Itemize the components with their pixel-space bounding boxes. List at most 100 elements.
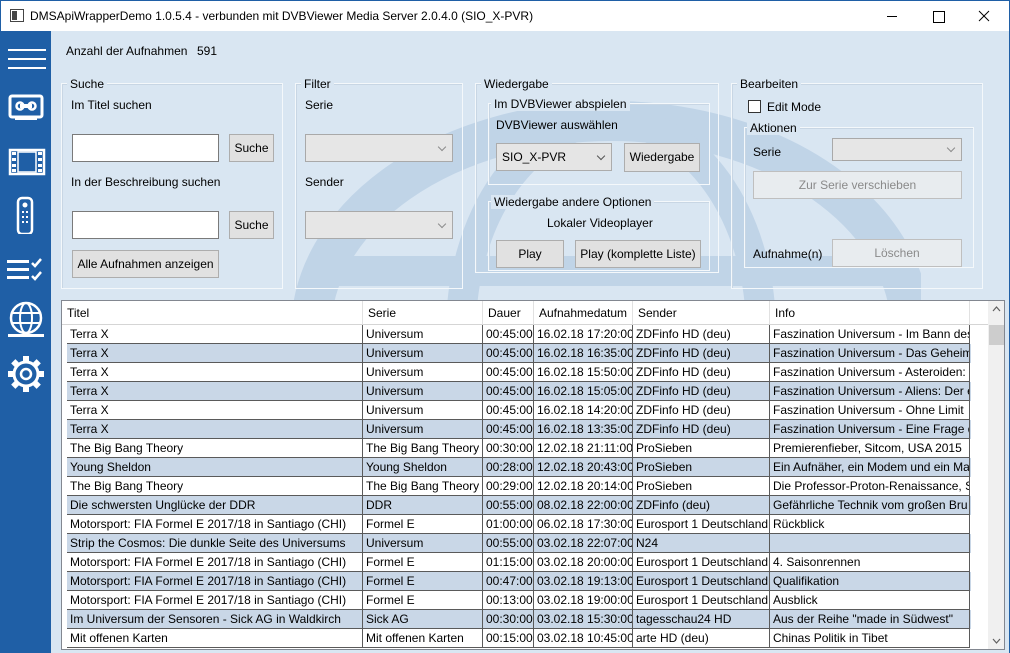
cell-info: Faszination Universum - Im Bann des <box>770 325 970 344</box>
cell-duration: 00:30:00 <box>483 439 534 458</box>
table-row[interactable]: Mit offenen Karten Mit offenen Karten 00:1… <box>67 629 971 648</box>
recordings-label: Aufnahme(n) <box>753 247 823 261</box>
table-row[interactable]: Motorsport: FIA Formel E 2017/18 in Sant… <box>67 553 971 572</box>
sidebar-item-recordings[interactable] <box>1 83 51 133</box>
search-group: Suche Im Titel suchen Suche In der Besch… <box>61 77 283 289</box>
cell-info: Ein Aufnäher, ein Modem und ein Ma <box>770 458 970 477</box>
cell-title: Motorsport: FIA Formel E 2017/18 in Sant… <box>67 515 363 534</box>
sidebar-item-settings[interactable] <box>1 347 51 397</box>
dvbviewer-play-button[interactable]: Wiedergabe <box>624 143 700 172</box>
edit-mode-checkbox[interactable] <box>748 100 761 113</box>
table-row[interactable]: Strip the Cosmos: Die dunkle Seite des U… <box>67 534 971 553</box>
table-row[interactable]: Terra X Universum 00:45:00 16.02.18 14:20:0… <box>67 401 971 420</box>
cell-date: 16.02.18 16:35:00 <box>534 344 633 363</box>
table-row[interactable]: The Big Bang Theory The Big Bang Theory 00… <box>67 477 971 496</box>
cell-series: Formel E <box>363 591 483 610</box>
column-header-duration[interactable]: Dauer <box>483 301 534 325</box>
table-row[interactable]: Motorsport: FIA Formel E 2017/18 in Sant… <box>67 515 971 534</box>
minimize-button[interactable] <box>869 1 915 31</box>
sidebar-item-tasks[interactable] <box>1 241 51 291</box>
column-header-series[interactable]: Serie <box>363 301 483 325</box>
sidebar-item-network[interactable] <box>1 293 51 343</box>
chevron-down-icon <box>946 143 956 153</box>
cell-series: Universum <box>363 420 483 439</box>
table-row[interactable]: Die schwersten Unglücke der DDR DDR 00:55:… <box>67 496 971 515</box>
table-row[interactable]: Motorsport: FIA Formel E 2017/18 in Sant… <box>67 591 971 610</box>
cell-title: Strip the Cosmos: Die dunkle Seite des U… <box>67 534 363 553</box>
search-group-title: Suche <box>67 77 108 91</box>
column-header-channel[interactable]: Sender <box>633 301 770 325</box>
dvbviewer-group-title: Im DVBViewer abspielen <box>491 97 630 111</box>
recordings-table[interactable]: Titel Serie Dauer Aufnahmedatum Sender I… <box>61 300 1005 650</box>
window-title: DMSApiWrapperDemo 1.0.5.4 - verbunden mi… <box>30 9 534 23</box>
cell-date: 03.02.18 10:45:00 <box>534 629 633 648</box>
cell-series: Mit offenen Karten <box>363 629 483 648</box>
edit-group: Bearbeiten Edit Mode Aktionen Serie Zur … <box>731 77 983 289</box>
table-row[interactable]: Terra X Universum 00:45:00 16.02.18 15:50:0… <box>67 363 971 382</box>
column-header-date[interactable]: Aufnahmedatum <box>534 301 633 325</box>
cell-title: Terra X <box>67 363 363 382</box>
sidebar-item-menu[interactable] <box>1 31 51 81</box>
edit-series-dropdown[interactable] <box>832 138 962 161</box>
table-row[interactable]: The Big Bang Theory The Big Bang Theory 00… <box>67 439 971 458</box>
cell-date: 06.02.18 17:30:00 <box>534 515 633 534</box>
title-bar[interactable]: DMSApiWrapperDemo 1.0.5.4 - verbunden mi… <box>1 1 1009 31</box>
cell-title: Terra X <box>67 325 363 344</box>
cell-channel: Eurosport 1 Deutschland <box>633 515 770 534</box>
cell-series: DDR <box>363 496 483 515</box>
table-row[interactable]: Terra X Universum 00:45:00 16.02.18 16:35:0… <box>67 344 971 363</box>
show-all-button[interactable]: Alle Aufnahmen anzeigen <box>72 250 219 278</box>
title-search-input[interactable] <box>72 134 219 162</box>
dvbviewer-select-label: DVBViewer auswählen <box>496 118 618 132</box>
cell-date: 12.02.18 20:43:00 <box>534 458 633 477</box>
cell-title: Terra X <box>67 382 363 401</box>
cell-info: Faszination Universum - Asteroiden: <box>770 363 970 382</box>
dvbviewer-group: Im DVBViewer abspielen DVBViewer auswähl… <box>488 97 710 185</box>
cell-channel: ProSieben <box>633 458 770 477</box>
sidebar-item-remote[interactable] <box>1 189 51 239</box>
filter-series-dropdown[interactable] <box>305 134 453 162</box>
cell-series: Formel E <box>363 515 483 534</box>
table-row[interactable]: Terra X Universum 00:45:00 16.02.18 15:05:0… <box>67 382 971 401</box>
column-header-title[interactable]: Titel <box>62 301 363 325</box>
scrollbar-thumb[interactable] <box>989 325 1004 345</box>
dvbviewer-dropdown[interactable]: SIO_X-PVR <box>496 143 612 171</box>
table-row[interactable]: Terra X Universum 00:45:00 16.02.18 17:20:0… <box>67 325 971 344</box>
cell-channel: tagesschau24 HD <box>633 610 770 629</box>
play-list-button[interactable]: Play (komplette Liste) <box>575 240 701 268</box>
cell-series: Universum <box>363 401 483 420</box>
dvbviewer-selected-value: SIO_X-PVR <box>502 150 567 164</box>
cell-date: 16.02.18 15:05:00 <box>534 382 633 401</box>
cell-title: Motorsport: FIA Formel E 2017/18 in Sant… <box>67 572 363 591</box>
cell-duration: 00:47:00 <box>483 572 534 591</box>
table-row[interactable]: Terra X Universum 00:45:00 16.02.18 13:35:0… <box>67 420 971 439</box>
move-to-series-button[interactable]: Zur Serie verschieben <box>753 171 962 199</box>
table-row[interactable]: Motorsport: FIA Formel E 2017/18 in Sant… <box>67 572 971 591</box>
maximize-button[interactable] <box>915 1 961 31</box>
cell-series: The Big Bang Theory <box>363 439 483 458</box>
description-search-label: In der Beschreibung suchen <box>71 175 221 189</box>
table-row[interactable]: Im Universum der Sensoren - Sick AG in W… <box>67 610 971 629</box>
cell-channel: ZDFinfo HD (deu) <box>633 401 770 420</box>
cell-date: 16.02.18 15:50:00 <box>534 363 633 382</box>
close-button[interactable] <box>961 1 1007 31</box>
cell-info: Qualifikation <box>770 572 970 591</box>
description-search-button[interactable]: Suche <box>229 211 274 239</box>
cell-date: 03.02.18 22:07:00 <box>534 534 633 553</box>
cell-duration: 01:00:00 <box>483 515 534 534</box>
cell-info: Faszination Universum - Eine Frage d <box>770 420 970 439</box>
actions-group-title: Aktionen <box>747 121 800 135</box>
title-search-button[interactable]: Suche <box>229 134 274 162</box>
cell-duration: 00:45:00 <box>483 325 534 344</box>
table-row[interactable]: Young Sheldon Young Sheldon 00:28:00 12.02.… <box>67 458 971 477</box>
column-header-info[interactable]: Info <box>770 301 970 325</box>
cell-channel: Eurosport 1 Deutschland <box>633 553 770 572</box>
filter-channel-dropdown[interactable] <box>305 211 453 239</box>
cell-title: Motorsport: FIA Formel E 2017/18 in Sant… <box>67 591 363 610</box>
vertical-scrollbar[interactable] <box>988 301 1004 649</box>
sidebar-item-videos[interactable] <box>1 135 51 185</box>
description-search-input[interactable] <box>72 211 219 239</box>
delete-button[interactable]: Löschen <box>832 239 962 267</box>
local-player-label: Lokaler Videoplayer <box>547 216 653 230</box>
play-button[interactable]: Play <box>496 240 564 268</box>
